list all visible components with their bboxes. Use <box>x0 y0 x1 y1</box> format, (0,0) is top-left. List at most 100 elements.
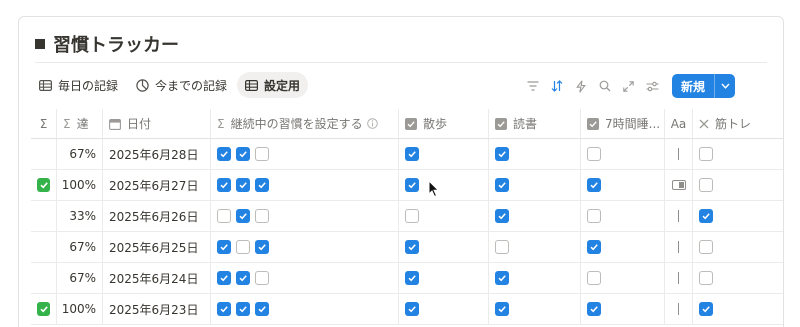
reading-checkbox[interactable] <box>495 271 509 285</box>
training-checkbox[interactable] <box>699 240 713 254</box>
text-cursor-icon <box>678 148 679 160</box>
habit-checkbox[interactable] <box>255 147 269 161</box>
habit-checkbox[interactable] <box>255 209 269 223</box>
habits-cell <box>211 232 399 262</box>
done-cell <box>31 139 57 169</box>
reading-checkbox[interactable] <box>495 302 509 316</box>
reading-checkbox[interactable] <box>495 178 509 192</box>
table-row[interactable]: 67% 2025年6月28日 <box>31 139 783 170</box>
walk-checkbox[interactable] <box>405 240 419 254</box>
habit-checkbox[interactable] <box>236 147 250 161</box>
habit-checkbox[interactable] <box>217 302 231 316</box>
reading-checkbox[interactable] <box>495 147 509 161</box>
rate-cell: 33% <box>57 201 103 231</box>
column-header-date[interactable]: 日付 <box>103 109 211 138</box>
rate-cell: 67% <box>57 263 103 293</box>
tab-settings[interactable]: 設定用 <box>237 72 309 98</box>
date-cell[interactable]: 2025年6月25日 <box>103 232 211 262</box>
column-header-training[interactable]: 筋トレ <box>693 109 783 138</box>
view-tabs: 毎日の記録 今までの記録 設定用 <box>31 72 310 98</box>
title-cell[interactable] <box>665 139 693 169</box>
date-cell[interactable]: 2025年6月27日 <box>103 170 211 200</box>
habits-cell <box>211 139 399 169</box>
walk-checkbox[interactable] <box>405 209 419 223</box>
sleep-checkbox[interactable] <box>587 209 601 223</box>
rate-value: 100% <box>61 302 96 316</box>
habit-checkbox[interactable] <box>236 271 250 285</box>
habit-checkbox[interactable] <box>217 209 231 223</box>
column-header-habits[interactable]: Σ 継続中の習慣を設定する <box>211 109 399 138</box>
title-cell[interactable] <box>665 201 693 231</box>
chevron-down-icon[interactable] <box>715 74 735 98</box>
settings-icon[interactable] <box>642 75 664 97</box>
date-cell[interactable]: 2025年6月26日 <box>103 201 211 231</box>
habit-checkbox[interactable] <box>217 178 231 192</box>
lightning-icon[interactable] <box>570 75 592 97</box>
walk-checkbox[interactable] <box>405 302 419 316</box>
walk-checkbox[interactable] <box>405 178 419 192</box>
reading-checkbox[interactable] <box>495 209 509 223</box>
column-header-sigma[interactable]: Σ <box>31 109 57 138</box>
walk-checkbox[interactable] <box>405 271 419 285</box>
column-header-walk[interactable]: 散歩 <box>399 109 489 138</box>
column-header-sleep[interactable]: 7時間睡... <box>581 109 665 138</box>
column-label: 筋トレ <box>715 117 752 131</box>
sleep-checkbox[interactable] <box>587 147 601 161</box>
date-cell[interactable]: 2025年6月28日 <box>103 139 211 169</box>
table-row[interactable]: 100% 2025年6月23日 <box>31 294 783 325</box>
green-check-icon <box>37 178 50 192</box>
title-cell[interactable] <box>665 232 693 262</box>
column-header-rate[interactable]: Σ 達 <box>57 109 103 138</box>
table-row[interactable]: 67% 2025年6月25日 <box>31 232 783 263</box>
habit-checkbox[interactable] <box>255 240 269 254</box>
reading-checkbox[interactable] <box>495 240 509 254</box>
sleep-checkbox[interactable] <box>587 178 601 192</box>
sleep-checkbox[interactable] <box>587 271 601 285</box>
table-row[interactable]: 67% 2025年6月24日 <box>31 263 783 294</box>
training-checkbox[interactable] <box>699 178 713 192</box>
tab-daily-log[interactable]: 毎日の記録 <box>31 72 126 98</box>
habit-checkbox[interactable] <box>236 302 250 316</box>
habit-checkbox[interactable] <box>217 147 231 161</box>
walk-checkbox[interactable] <box>405 147 419 161</box>
title-cell[interactable] <box>665 294 693 324</box>
search-icon[interactable] <box>594 75 616 97</box>
training-checkbox[interactable] <box>699 147 713 161</box>
tab-label: 毎日の記録 <box>58 78 119 93</box>
table-row[interactable]: 100% 2025年6月27日 <box>31 170 783 201</box>
column-header-title[interactable]: Aa <box>665 109 693 138</box>
new-button[interactable]: 新規 <box>672 74 714 98</box>
habit-checkbox[interactable] <box>236 178 250 192</box>
database-title[interactable]: 習慣トラッカー <box>53 31 179 57</box>
habit-checkbox[interactable] <box>217 271 231 285</box>
training-checkbox[interactable] <box>699 302 713 316</box>
sort-icon[interactable] <box>546 75 568 97</box>
title-cell[interactable] <box>665 263 693 293</box>
tab-all-records[interactable]: 今までの記録 <box>128 72 235 98</box>
habit-checkbox[interactable] <box>255 178 269 192</box>
column-label: 読書 <box>513 117 538 131</box>
walk-cell <box>399 294 489 324</box>
info-icon[interactable] <box>366 118 378 129</box>
date-cell[interactable]: 2025年6月23日 <box>103 294 211 324</box>
table-row[interactable]: 33% 2025年6月26日 <box>31 201 783 232</box>
habit-checkbox[interactable] <box>236 240 250 254</box>
filter-icon[interactable] <box>522 75 544 97</box>
sleep-checkbox[interactable] <box>587 302 601 316</box>
column-header-reading[interactable]: 読書 <box>489 109 581 138</box>
date-cell[interactable]: 2025年6月24日 <box>103 263 211 293</box>
column-label: 継続中の習慣を設定する <box>230 117 363 131</box>
title-cell[interactable] <box>665 170 693 200</box>
sleep-checkbox[interactable] <box>587 240 601 254</box>
walk-cell <box>399 170 489 200</box>
training-checkbox[interactable] <box>699 271 713 285</box>
habit-checkbox[interactable] <box>255 271 269 285</box>
habit-checkbox[interactable] <box>255 302 269 316</box>
date-value: 2025年6月26日 <box>109 209 199 224</box>
habit-checkbox[interactable] <box>217 240 231 254</box>
expand-icon[interactable] <box>618 75 640 97</box>
training-checkbox[interactable] <box>699 209 713 223</box>
training-cell <box>693 294 783 324</box>
habit-checkbox[interactable] <box>236 209 250 223</box>
sleep-cell <box>581 201 665 231</box>
